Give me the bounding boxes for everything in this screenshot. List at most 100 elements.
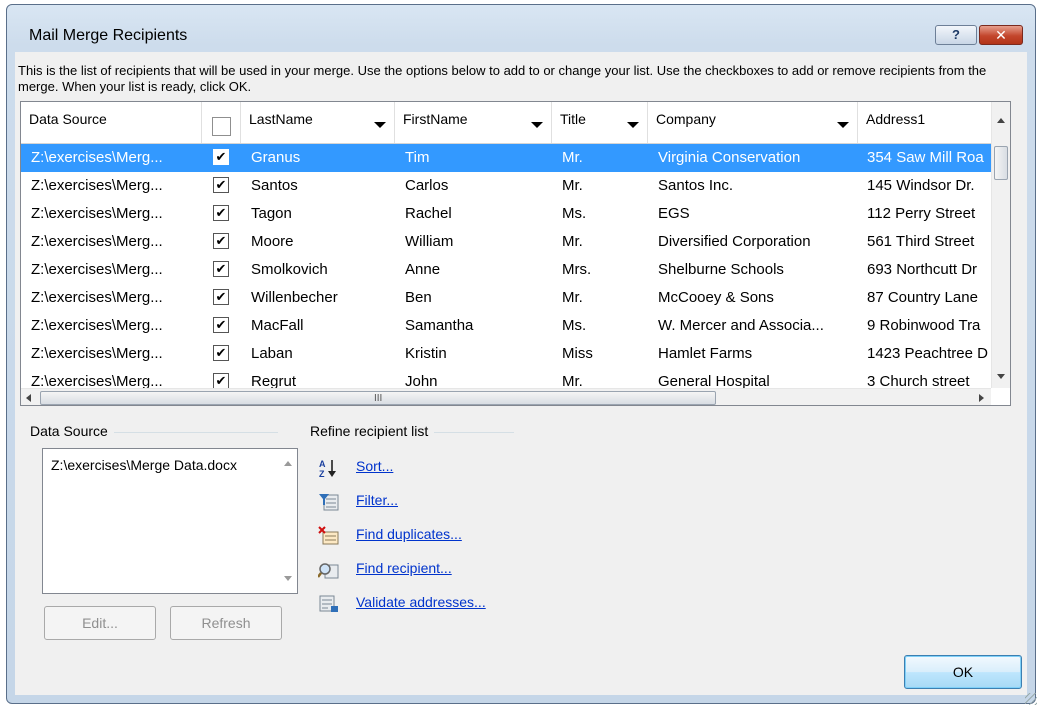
cell-company: W. Mercer and Associa...: [658, 317, 824, 334]
cell-include: ✔: [202, 284, 241, 312]
recipients-grid[interactable]: Data Source LastName FirstName Title Com…: [20, 101, 1011, 406]
scroll-down-icon[interactable]: [997, 374, 1005, 379]
cell-last: Santos: [251, 177, 298, 194]
table-row[interactable]: Z:\exercises\Merg... Santos Carlos Mr. Santo…: [21, 172, 1001, 200]
data-source-group-label: Data Source: [30, 423, 114, 439]
sort-az-icon: A Z: [319, 459, 336, 478]
recipient-checkbox[interactable]: ✔: [213, 261, 229, 277]
filter-link[interactable]: Filter...: [356, 492, 398, 508]
cell-address: 145 Windsor Dr.: [867, 177, 975, 194]
cell-include: ✔: [202, 200, 241, 228]
cell-include: ✔: [202, 256, 241, 284]
scroll-up-icon[interactable]: [997, 118, 1005, 123]
recipient-checkbox[interactable]: ✔: [213, 149, 229, 165]
filter-icon: [319, 494, 339, 511]
edit-button[interactable]: Edit...: [44, 606, 156, 640]
cell-title: Mr.: [562, 233, 583, 250]
cell-last: Tagon: [251, 205, 292, 222]
cell-include: ✔: [202, 340, 241, 368]
cell-last: MacFall: [251, 317, 304, 334]
recipient-checkbox[interactable]: ✔: [213, 233, 229, 249]
refresh-button[interactable]: Refresh: [170, 606, 282, 640]
cell-first: Anne: [405, 261, 441, 278]
horizontal-scrollbar[interactable]: III: [21, 388, 991, 405]
help-button[interactable]: ?: [935, 25, 977, 45]
cell-last: Laban: [251, 345, 293, 362]
table-row[interactable]: Z:\exercises\Merg... Moore William Mr. Diver…: [21, 228, 1001, 256]
column-header-label: Title: [560, 111, 586, 127]
window-title: Mail Merge Recipients: [29, 27, 188, 44]
cell-include: ✔: [202, 172, 241, 200]
column-header-label: LastName: [249, 111, 313, 127]
recipient-checkbox[interactable]: ✔: [213, 373, 229, 389]
table-row[interactable]: Z:\exercises\Merg... Granus Tim Mr. Virginia…: [21, 144, 1001, 172]
svg-text:A: A: [319, 459, 326, 469]
column-header-label: FirstName: [403, 111, 468, 127]
cell-company: Diversified Corporation: [658, 233, 811, 250]
select-all-checkbox[interactable]: [212, 117, 231, 136]
table-row[interactable]: Z:\exercises\Merg... Willenbecher Ben Mr. Mc…: [21, 284, 1001, 312]
cell-include: ✔: [202, 144, 241, 172]
cell-first: William: [405, 233, 454, 250]
dropdown-arrow-icon[interactable]: [531, 122, 543, 128]
cell-company: Santos Inc.: [658, 177, 734, 194]
vertical-scroll-thumb[interactable]: [994, 146, 1008, 180]
table-row[interactable]: Z:\exercises\Merg... Tagon Rachel Ms. EGS 112…: [21, 200, 1001, 228]
column-header-firstname[interactable]: FirstName: [395, 102, 552, 143]
cell-company: EGS: [658, 205, 690, 222]
table-row[interactable]: Z:\exercises\Merg... Smolkovich Anne Mrs. Sh…: [21, 256, 1001, 284]
find-duplicates-link[interactable]: Find duplicates...: [356, 526, 462, 542]
column-header-company[interactable]: Company: [648, 102, 858, 143]
ok-button[interactable]: OK: [904, 655, 1022, 689]
column-header-data-source[interactable]: Data Source: [21, 102, 202, 143]
data-source-item[interactable]: Z:\exercises\Merge Data.docx: [51, 457, 237, 473]
cell-first: Rachel: [405, 205, 452, 222]
cell-title: Mrs.: [562, 261, 592, 278]
cell-first: Tim: [405, 149, 430, 166]
column-header-label: Data Source: [29, 111, 107, 127]
cell-source: Z:\exercises\Merg...: [31, 289, 163, 306]
close-button[interactable]: ✕: [979, 25, 1023, 45]
validate-addresses-icon: [319, 595, 338, 612]
cell-source: Z:\exercises\Merg...: [31, 317, 163, 334]
cell-title: Ms.: [562, 205, 587, 222]
cell-source: Z:\exercises\Merg...: [31, 205, 163, 222]
scroll-down-icon[interactable]: [284, 576, 292, 581]
title-bar[interactable]: Mail Merge Recipients ? ✕: [7, 5, 1035, 45]
dropdown-arrow-icon[interactable]: [627, 122, 639, 128]
cell-title: Ms.: [562, 317, 587, 334]
data-source-list[interactable]: Z:\exercises\Merge Data.docx: [42, 448, 298, 594]
recipient-checkbox[interactable]: ✔: [213, 205, 229, 221]
column-header-title[interactable]: Title: [552, 102, 648, 143]
recipient-checkbox[interactable]: ✔: [213, 289, 229, 305]
cell-source: Z:\exercises\Merg...: [31, 345, 163, 362]
vertical-scrollbar[interactable]: [991, 102, 1010, 388]
column-header-select-all[interactable]: [202, 102, 241, 143]
horizontal-scroll-thumb[interactable]: III: [40, 391, 716, 405]
table-row[interactable]: Z:\exercises\Merg... Laban Kristin Miss Haml…: [21, 340, 1001, 368]
cell-company: Shelburne Schools: [658, 261, 784, 278]
cell-title: Miss: [562, 345, 593, 362]
cell-last: Willenbecher: [251, 289, 338, 306]
table-row[interactable]: Z:\exercises\Merg... MacFall Samantha Ms. W.…: [21, 312, 1001, 340]
cell-first: Kristin: [405, 345, 447, 362]
scroll-up-icon[interactable]: [284, 461, 292, 466]
scroll-grip: III: [374, 393, 383, 404]
refine-group-label: Refine recipient list: [310, 423, 435, 439]
column-header-address1[interactable]: Address1: [858, 102, 991, 143]
find-recipient-link[interactable]: Find recipient...: [356, 560, 452, 576]
dropdown-arrow-icon[interactable]: [374, 122, 386, 128]
validate-addresses-link[interactable]: Validate addresses...: [356, 594, 486, 610]
recipient-checkbox[interactable]: ✔: [213, 177, 229, 193]
dropdown-arrow-icon[interactable]: [837, 122, 849, 128]
recipient-checkbox[interactable]: ✔: [213, 317, 229, 333]
resize-grip[interactable]: [1025, 693, 1037, 705]
cell-address: 87 Country Lane: [867, 289, 978, 306]
sort-link[interactable]: Sort...: [356, 458, 393, 474]
scroll-right-icon[interactable]: [979, 394, 984, 402]
scroll-left-icon[interactable]: [26, 394, 31, 402]
data-source-scrollbar[interactable]: [279, 449, 297, 593]
recipient-checkbox[interactable]: ✔: [213, 345, 229, 361]
instructions-text: This is the list of recipients that will…: [18, 63, 987, 94]
column-header-lastname[interactable]: LastName: [241, 102, 395, 143]
